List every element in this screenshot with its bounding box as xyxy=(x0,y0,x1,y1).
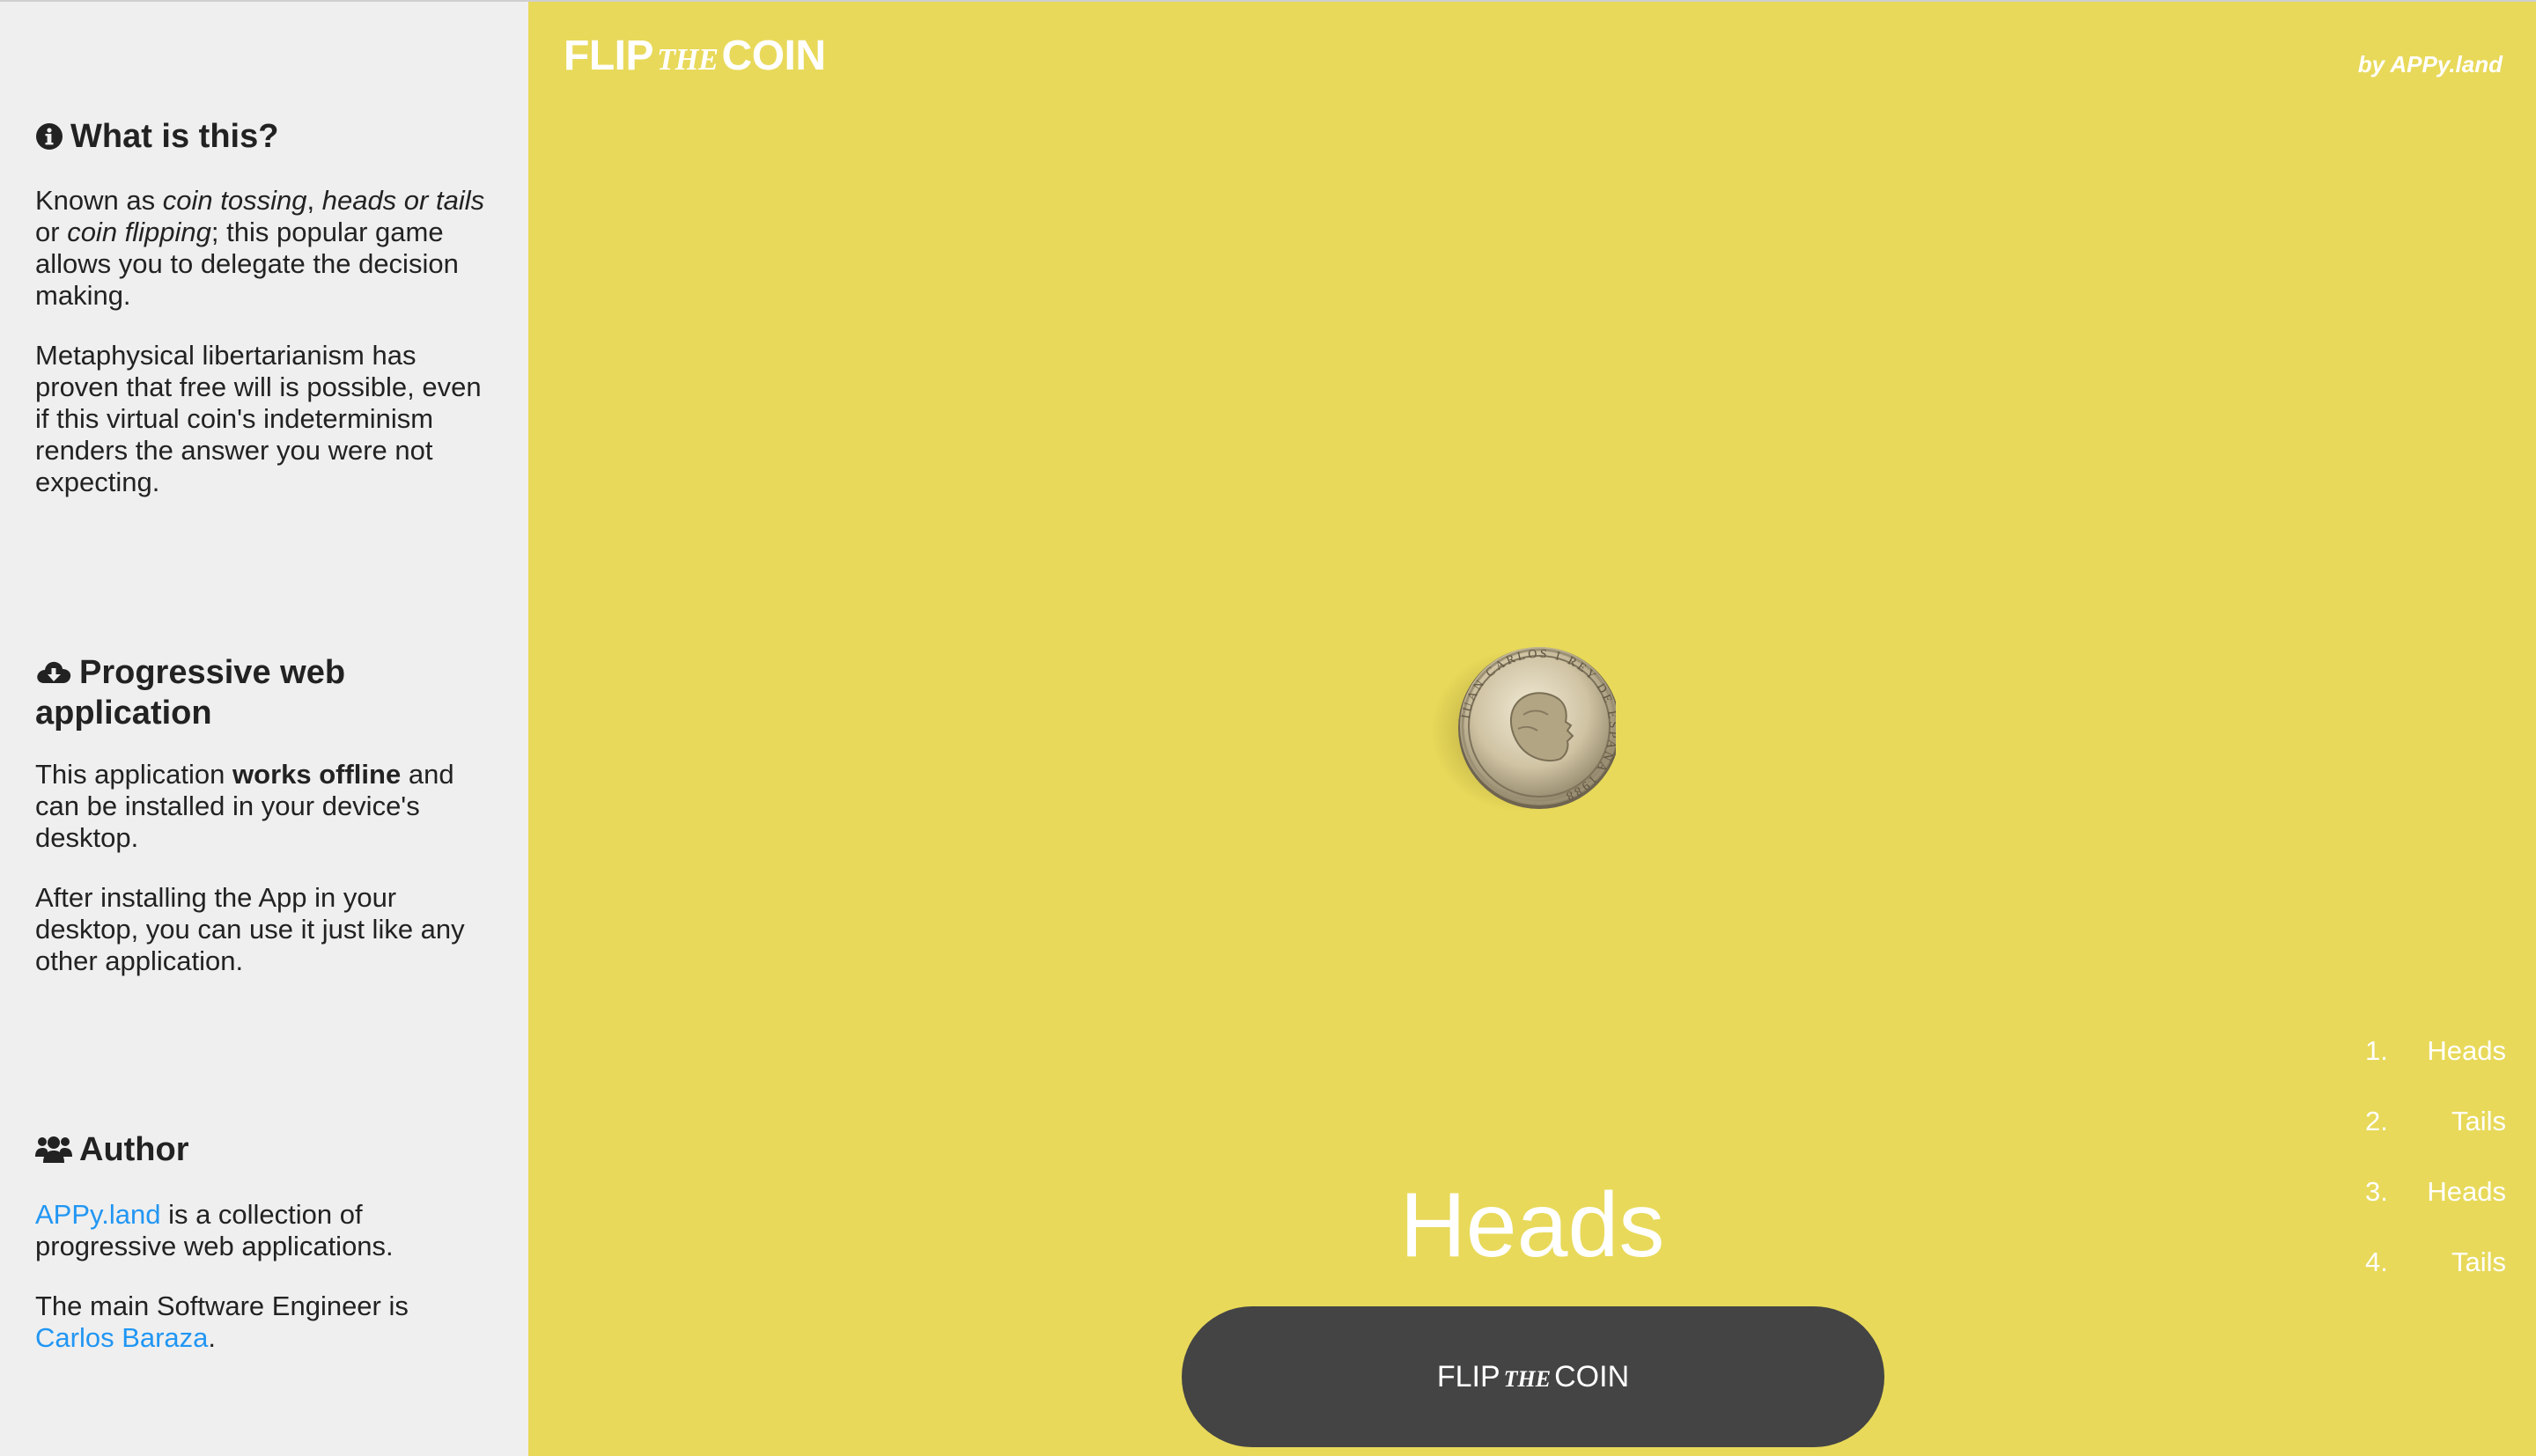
coin-image[interactable]: IUAN CARLOS I REY DE ESPAÑA 1988 xyxy=(1426,644,1620,812)
history-number: 1. xyxy=(2365,1035,2388,1066)
emphasis: heads or tails xyxy=(321,185,485,216)
pwa-heading: Progressive web application xyxy=(35,654,493,732)
history-item: 3. Heads xyxy=(2365,1157,2506,1227)
result-text: Heads xyxy=(1399,1174,1665,1276)
button-word: FLIP xyxy=(1436,1359,1500,1393)
info-circle-icon xyxy=(35,121,63,158)
history-number: 3. xyxy=(2365,1176,2388,1207)
cloud-download-icon xyxy=(35,658,72,695)
about-heading-text: What is this? xyxy=(70,118,279,155)
app-root: What is this? Known as coin tossing, hea… xyxy=(0,0,2536,1456)
about-paragraph-2: Metaphysical libertarianism has proven t… xyxy=(35,340,482,497)
history-list: 1. Heads 2. Tails 3. Heads 4. Tails xyxy=(2365,1016,2506,1298)
about-paragraph-1: Known as coin tossing, heads or tails or… xyxy=(35,185,493,312)
brand-word: FLIP xyxy=(564,33,654,79)
history-value: Tails xyxy=(2451,1246,2506,1277)
author-heading: Author xyxy=(35,1131,493,1172)
history-number: 2. xyxy=(2365,1106,2388,1136)
text: or xyxy=(35,217,68,247)
button-word: THE xyxy=(1503,1365,1552,1392)
emphasis: coin flipping xyxy=(67,217,211,247)
text: , xyxy=(306,185,322,216)
byline: by APPy.land xyxy=(2357,51,2503,77)
bold-text: works offline xyxy=(232,759,402,790)
sidebar: What is this? Known as coin tossing, hea… xyxy=(0,2,528,1456)
text: . xyxy=(208,1322,217,1353)
brand-word: THE xyxy=(657,43,719,77)
pwa-paragraph-1: This application works offline and can b… xyxy=(35,759,493,854)
author-heading-text: Author xyxy=(79,1131,189,1168)
main-area: FLIP THECOIN by APPy.land IUAN CARLOS I … xyxy=(528,2,2536,1456)
brand-logo: FLIP THECOIN xyxy=(564,32,826,80)
flip-the-coin-button[interactable]: FLIP THE COIN xyxy=(1182,1306,1884,1447)
history-item: 1. Heads xyxy=(2365,1016,2506,1086)
history-item: 4. Tails xyxy=(2365,1227,2506,1298)
history-value: Heads xyxy=(2427,1035,2506,1066)
history-value: Heads xyxy=(2427,1176,2506,1207)
brand-word: COIN xyxy=(721,33,827,79)
about-heading: What is this? xyxy=(35,118,493,158)
appy-land-link[interactable]: APPy.land xyxy=(35,1199,160,1230)
history-item: 2. Tails xyxy=(2365,1086,2506,1157)
text: Known as xyxy=(35,185,163,216)
history-value: Tails xyxy=(2451,1106,2506,1136)
pwa-heading-text: Progressive web application xyxy=(35,654,346,732)
users-icon xyxy=(35,1134,72,1172)
history-number: 4. xyxy=(2365,1246,2388,1277)
carlos-baraza-link[interactable]: Carlos Baraza xyxy=(35,1322,208,1353)
author-paragraph-2: The main Software Engineer is Carlos Bar… xyxy=(35,1291,493,1354)
text: The main Software Engineer is xyxy=(35,1291,409,1321)
button-word: COIN xyxy=(1554,1359,1630,1393)
author-paragraph-1: APPy.land is a collection of progressive… xyxy=(35,1199,493,1262)
emphasis: coin tossing xyxy=(162,185,307,216)
pwa-paragraph-2: After installing the App in your desktop… xyxy=(35,882,465,976)
text: This application xyxy=(35,759,233,790)
